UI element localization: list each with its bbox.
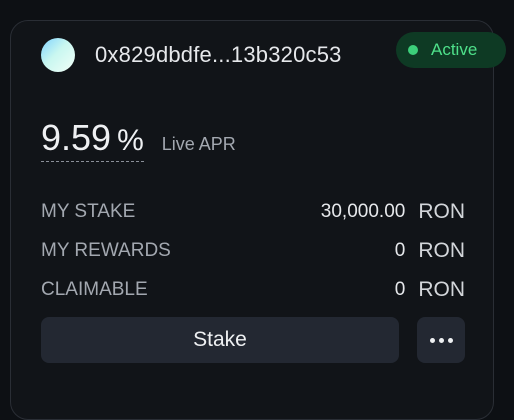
validator-avatar xyxy=(41,38,75,72)
stat-value-wrap: 0 RON xyxy=(395,278,465,302)
stat-unit: RON xyxy=(418,239,465,262)
stat-value-wrap: 0 RON xyxy=(395,239,465,263)
apr-label: Live APR xyxy=(161,134,236,154)
stat-value: 0 xyxy=(394,240,406,261)
status-dot-icon xyxy=(408,45,418,55)
stat-value: 0 xyxy=(394,279,406,300)
stake-button[interactable]: Stake xyxy=(41,317,399,363)
stat-unit: RON xyxy=(418,278,465,301)
status-label: Active xyxy=(431,40,478,59)
apr-unit: % xyxy=(117,124,144,157)
more-horizontal-icon xyxy=(428,337,455,343)
stat-unit: RON xyxy=(418,200,465,223)
more-options-button[interactable] xyxy=(417,317,465,363)
stat-value: 30,000.00 xyxy=(320,201,406,222)
stat-label: CLAIMABLE xyxy=(41,279,148,300)
apr-value-tooltip-trigger[interactable]: 9.59 % xyxy=(41,117,144,162)
stat-row-my-stake: MY STAKE 30,000.00 RON xyxy=(41,199,465,225)
validator-card: 0x829dbdfe...13b320c53 9.59 % Live APR M… xyxy=(10,20,494,420)
apr-value: 9.59 xyxy=(41,117,112,158)
validator-address[interactable]: 0x829dbdfe...13b320c53 xyxy=(95,42,342,68)
apr-section: 9.59 % Live APR xyxy=(41,117,236,162)
stat-label: MY STAKE xyxy=(41,201,136,222)
stat-row-claimable: CLAIMABLE 0 RON xyxy=(41,277,465,303)
stat-value-wrap: 30,000.00 RON xyxy=(321,200,465,224)
status-badge: Active xyxy=(396,32,506,68)
stat-row-my-rewards: MY REWARDS 0 RON xyxy=(41,238,465,264)
validator-header: 0x829dbdfe...13b320c53 xyxy=(41,35,342,75)
stat-label: MY REWARDS xyxy=(41,240,171,261)
